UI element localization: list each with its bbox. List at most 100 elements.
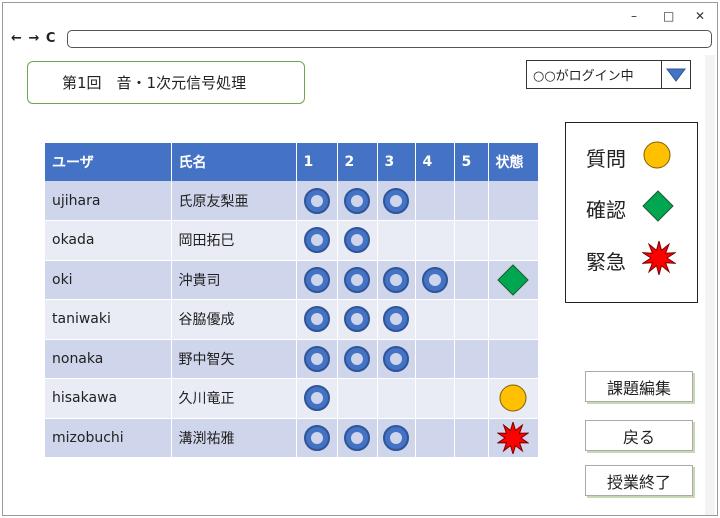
task-5-cell bbox=[454, 418, 489, 458]
task-2-cell bbox=[337, 260, 378, 300]
task-5-cell bbox=[454, 378, 489, 419]
task-2-cell bbox=[337, 418, 378, 458]
user-id-cell: nonaka bbox=[45, 339, 172, 379]
diamond-icon[interactable] bbox=[497, 264, 529, 296]
task-1-cell bbox=[296, 220, 338, 261]
completed-ring-icon bbox=[303, 385, 330, 412]
task-2-cell bbox=[337, 299, 378, 340]
lecture-title-text: 第1回 音・1次元信号処理 bbox=[62, 74, 247, 92]
task-1-cell bbox=[296, 181, 338, 221]
header-task-1: 1 bbox=[296, 143, 338, 181]
table-header-row: ユーザ 氏名 1 2 3 4 5 状態 bbox=[45, 143, 539, 181]
completed-ring-icon bbox=[383, 266, 409, 293]
task-4-cell bbox=[415, 378, 455, 419]
table-row[interactable]: okada 岡田拓巳 bbox=[45, 220, 539, 261]
table-row[interactable]: oki 沖貴司 bbox=[45, 260, 539, 300]
full-name-cell: 沖貴司 bbox=[171, 260, 297, 300]
completed-ring-icon bbox=[383, 306, 409, 333]
completed-ring-icon bbox=[303, 227, 330, 254]
completed-ring-icon bbox=[344, 306, 370, 333]
task-5-cell bbox=[454, 181, 489, 221]
address-bar[interactable] bbox=[67, 30, 712, 48]
completed-ring-icon bbox=[344, 345, 370, 372]
task-4-cell bbox=[415, 418, 455, 458]
task-3-cell bbox=[377, 299, 416, 340]
forward-arrow-icon[interactable]: → bbox=[28, 31, 40, 46]
task-2-cell bbox=[337, 220, 378, 261]
task-5-cell bbox=[454, 220, 489, 261]
nav-controls: ← → C bbox=[11, 31, 56, 46]
close-button[interactable]: ✕ bbox=[695, 9, 705, 23]
task-4-cell bbox=[415, 260, 455, 300]
full-name-cell: 谷脇優成 bbox=[171, 299, 297, 340]
lecture-title: 第1回 音・1次元信号処理 bbox=[27, 61, 305, 104]
completed-ring-icon bbox=[303, 187, 330, 214]
starburst-icon[interactable] bbox=[496, 419, 530, 456]
status-cell bbox=[488, 378, 539, 419]
task-2-cell bbox=[337, 181, 378, 221]
completed-ring-icon bbox=[344, 266, 370, 293]
full-name-cell: 久川竜正 bbox=[171, 378, 297, 419]
completed-ring-icon bbox=[303, 266, 330, 293]
completed-ring-icon bbox=[383, 424, 409, 451]
end-class-button[interactable]: 授業終了 bbox=[585, 465, 693, 496]
task-3-cell bbox=[377, 220, 416, 261]
minimize-button[interactable]: – bbox=[631, 9, 637, 23]
scrollbar[interactable] bbox=[705, 55, 715, 515]
status-cell bbox=[488, 220, 539, 261]
table-row[interactable]: nonaka 野中智矢 bbox=[45, 339, 539, 379]
task-2-cell bbox=[337, 339, 378, 379]
task-4-cell bbox=[415, 339, 455, 379]
completed-ring-icon bbox=[383, 345, 409, 372]
circle-icon bbox=[642, 140, 672, 175]
circle-icon[interactable] bbox=[497, 384, 529, 412]
starburst-icon bbox=[640, 239, 678, 280]
task-5-cell bbox=[454, 339, 489, 379]
full-name-cell: 野中智矢 bbox=[171, 339, 297, 379]
status-cell bbox=[488, 260, 539, 300]
status-cell bbox=[488, 299, 539, 340]
user-id-cell: ujihara bbox=[45, 181, 172, 221]
header-user: ユーザ bbox=[45, 143, 172, 181]
maximize-button[interactable]: □ bbox=[663, 9, 674, 23]
edit-assignments-button[interactable]: 課題編集 bbox=[585, 371, 693, 402]
task-1-cell bbox=[296, 378, 338, 419]
user-id-cell: mizobuchi bbox=[45, 418, 172, 458]
task-3-cell bbox=[377, 339, 416, 379]
task-1-cell bbox=[296, 299, 338, 340]
task-4-cell bbox=[415, 181, 455, 221]
status-cell bbox=[488, 339, 539, 379]
dropdown-toggle[interactable] bbox=[661, 61, 690, 88]
table-row[interactable]: mizobuchi 溝渕祐雅 bbox=[45, 418, 539, 458]
legend-urgent-label: 緊急 bbox=[586, 250, 626, 274]
full-name-cell: 溝渕祐雅 bbox=[171, 418, 297, 458]
reload-icon[interactable]: C bbox=[46, 31, 57, 46]
table-row[interactable]: ujihara 氏原友梨亜 bbox=[45, 181, 539, 221]
status-cell bbox=[488, 181, 539, 221]
header-name: 氏名 bbox=[171, 143, 297, 181]
full-name-cell: 氏原友梨亜 bbox=[171, 181, 297, 221]
table-row[interactable]: taniwaki 谷脇優成 bbox=[45, 299, 539, 340]
task-1-cell bbox=[296, 418, 338, 458]
login-dropdown[interactable]: ○○がログイン中 bbox=[526, 60, 691, 89]
task-3-cell bbox=[377, 260, 416, 300]
user-id-cell: hisakawa bbox=[45, 378, 172, 419]
login-status: ○○がログイン中 bbox=[533, 69, 634, 84]
task-5-cell bbox=[454, 260, 489, 300]
status-cell bbox=[488, 418, 539, 458]
back-arrow-icon[interactable]: ← bbox=[11, 31, 23, 46]
task-4-cell bbox=[415, 299, 455, 340]
triangle-down-icon bbox=[666, 68, 687, 82]
task-1-cell bbox=[296, 339, 338, 379]
user-id-cell: oki bbox=[45, 260, 172, 300]
completed-ring-icon bbox=[303, 424, 330, 451]
status-legend: 質問 確認 緊急 bbox=[565, 122, 698, 303]
back-button[interactable]: 戻る bbox=[585, 420, 693, 451]
completed-ring-icon bbox=[303, 345, 330, 372]
table-row[interactable]: hisakawa 久川竜正 bbox=[45, 378, 539, 419]
completed-ring-icon bbox=[421, 266, 448, 293]
legend-question-label: 質問 bbox=[586, 147, 626, 171]
user-id-cell: okada bbox=[45, 220, 172, 261]
legend-question: 質問 bbox=[586, 140, 672, 175]
legend-confirm-label: 確認 bbox=[586, 198, 626, 222]
